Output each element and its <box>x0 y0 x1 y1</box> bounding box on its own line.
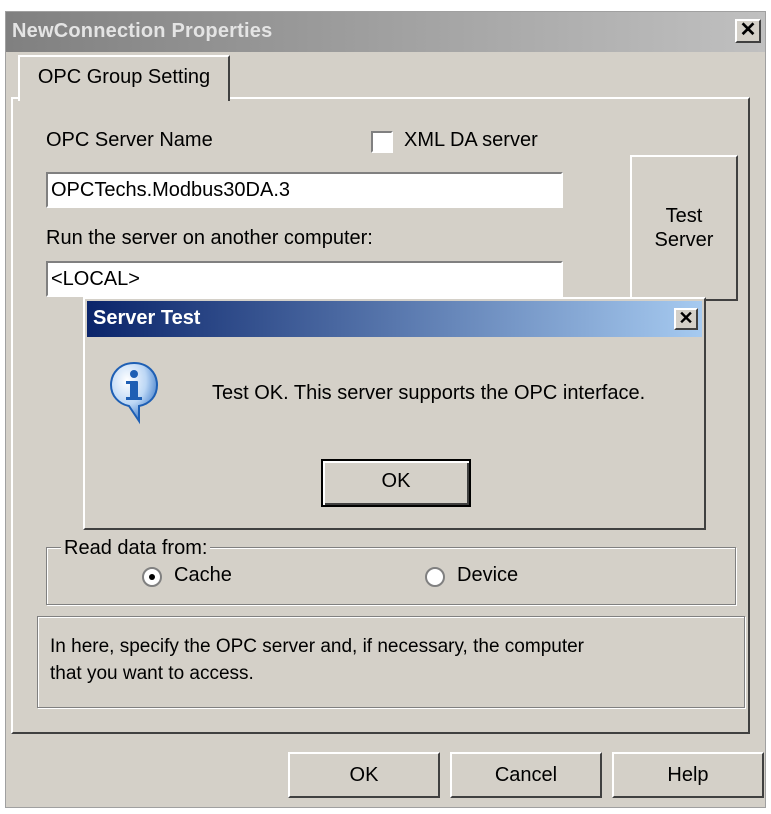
window-titlebar[interactable]: NewConnection Properties ✕ <box>6 12 765 52</box>
xml-da-label: XML DA server <box>404 129 538 151</box>
server-test-dialog: Server Test ✕ Test OK. This server suppo… <box>83 297 706 530</box>
radio-device[interactable] <box>425 567 445 587</box>
window-title: NewConnection Properties <box>12 20 273 42</box>
info-icon <box>109 361 159 425</box>
server-name-label: OPC Server Name <box>46 129 213 151</box>
description-line-1: In here, specify the OPC server and, if … <box>50 636 585 657</box>
radio-device-label: Device <box>457 564 519 586</box>
description-line-2: that you want to access. <box>50 663 254 684</box>
test-server-button[interactable]: Test Server <box>630 155 738 301</box>
radio-cache[interactable] <box>142 567 162 587</box>
server-name-field[interactable]: OPCTechs.Modbus30DA.3 <box>46 172 563 208</box>
radio-cache-selected-dot <box>149 574 155 580</box>
remote-computer-label: Run the server on another computer: <box>46 227 373 249</box>
ok-button[interactable]: OK <box>288 752 440 798</box>
window-close-button[interactable]: ✕ <box>735 19 761 43</box>
description-box <box>37 616 745 708</box>
read-data-legend: Read data from: <box>61 537 211 560</box>
help-button[interactable]: Help <box>612 752 764 798</box>
radio-cache-label: Cache <box>174 564 232 586</box>
test-server-label-line1: Test <box>665 205 703 227</box>
tab-opc-group-setting[interactable]: OPC Group Setting <box>18 55 230 101</box>
dialog-ok-button[interactable]: OK <box>321 459 471 507</box>
remote-computer-field[interactable]: <LOCAL> <box>46 261 563 297</box>
dialog-title: Server Test <box>93 307 201 329</box>
dialog-message: Test OK. This server supports the OPC in… <box>212 382 646 404</box>
cancel-button[interactable]: Cancel <box>450 752 602 798</box>
test-server-label-line2: Server <box>654 229 714 251</box>
xml-da-checkbox[interactable] <box>371 131 393 153</box>
dialog-close-button[interactable]: ✕ <box>674 308 698 330</box>
dialog-titlebar[interactable]: Server Test ✕ <box>87 301 702 337</box>
